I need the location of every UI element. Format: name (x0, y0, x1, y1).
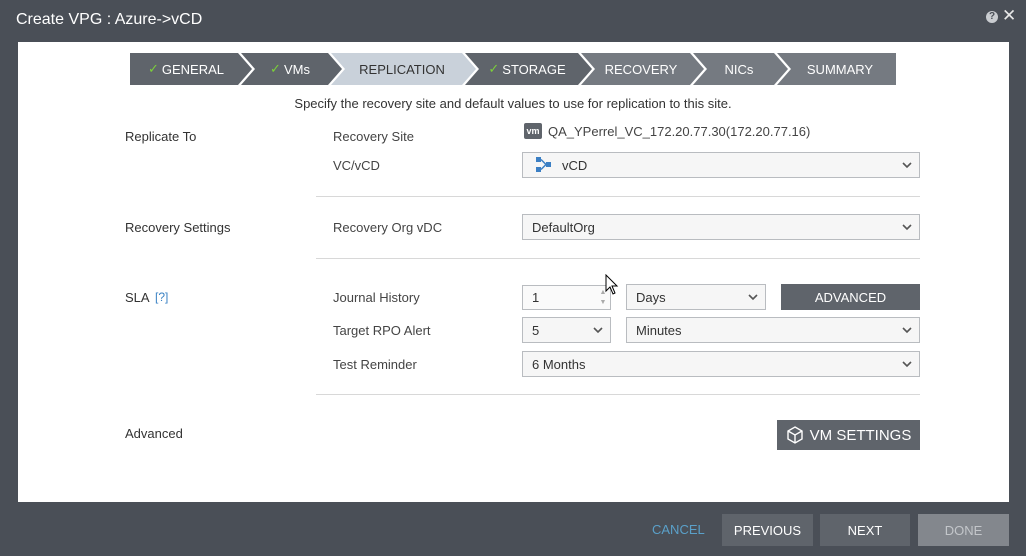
target-rpo-unit-select[interactable]: Minutes (626, 317, 920, 343)
check-icon: ✓ (270, 61, 281, 76)
step-summary[interactable]: SUMMARY (784, 53, 896, 85)
recovery-org-vdc-select[interactable]: DefaultOrg (522, 214, 920, 240)
vc-vcd-value: vCD (562, 157, 588, 173)
step-vms[interactable]: ✓ VMs (248, 53, 332, 85)
help-icon[interactable]: ? (986, 11, 998, 23)
step-nics[interactable]: NICs (700, 53, 778, 85)
chevron-down-icon (902, 327, 912, 334)
step-nics-label: NICs (724, 61, 754, 77)
chevron-down-icon (593, 327, 603, 334)
divider (316, 196, 920, 197)
target-rpo-label: Target RPO Alert (333, 323, 431, 338)
previous-button[interactable]: PREVIOUS (722, 514, 813, 546)
step-storage[interactable]: ✓ STORAGE (472, 53, 582, 85)
mouse-cursor-icon (605, 274, 619, 295)
vcd-icon (536, 157, 551, 172)
advanced-button[interactable]: ADVANCED (781, 284, 920, 310)
vm-settings-label: VM SETTINGS (809, 426, 912, 444)
page-subtitle: Specify the recovery site and default va… (294, 96, 732, 111)
spin-down-icon[interactable]: ▼ (598, 298, 608, 307)
next-button[interactable]: NEXT (820, 514, 910, 546)
chevron-down-icon (748, 294, 758, 301)
vm-icon: vm (524, 123, 542, 139)
step-recovery-label: RECOVERY (604, 61, 678, 77)
target-rpo-value: 5 (532, 322, 540, 338)
wizard-steps: ✓ GENERAL ✓ VMs REPLICATION ✓ STORAGE RE… (130, 53, 896, 85)
step-storage-label: STORAGE (502, 61, 566, 77)
step-recovery[interactable]: RECOVERY (588, 53, 694, 85)
recovery-org-vdc-label: Recovery Org vDC (333, 220, 443, 235)
chevron-down-icon (902, 224, 912, 231)
window-title: Create VPG : Azure->vCD (16, 11, 203, 28)
journal-history-unit-value: Days (636, 289, 666, 305)
test-reminder-select[interactable]: 6 Months (522, 351, 920, 377)
target-rpo-select[interactable]: 5 (522, 317, 611, 343)
recovery-site-label: Recovery Site (333, 129, 414, 144)
window-titlebar: Create VPG : Azure->vCD ? ✕ (0, 0, 1026, 42)
journal-history-value: 1 (532, 290, 540, 305)
step-replication[interactable]: REPLICATION (338, 53, 466, 85)
recovery-site-value: QA_YPerrel_VC_172.20.77.30(172.20.77.16) (548, 124, 811, 139)
cancel-button[interactable]: CANCEL (652, 522, 705, 537)
step-summary-label: SUMMARY (806, 61, 874, 77)
done-button[interactable]: DONE (918, 514, 1009, 546)
chevron-down-icon (902, 162, 912, 169)
vc-vcd-label: VC/vCD (333, 158, 380, 173)
divider (316, 258, 920, 259)
check-icon: ✓ (488, 61, 500, 76)
recovery-settings-label: Recovery Settings (125, 220, 231, 235)
journal-history-unit-select[interactable]: Days (626, 284, 766, 310)
step-general[interactable]: ✓ GENERAL (130, 53, 242, 85)
close-icon[interactable]: ✕ (1002, 7, 1016, 25)
vc-vcd-select[interactable]: vCD (522, 152, 920, 178)
vm-settings-button[interactable]: VM SETTINGS (777, 420, 920, 450)
step-replication-label: REPLICATION (359, 61, 445, 77)
recovery-org-vdc-value: DefaultOrg (532, 219, 595, 235)
journal-history-label: Journal History (333, 290, 420, 305)
target-rpo-unit-value: Minutes (636, 322, 682, 338)
step-general-label: GENERAL (161, 61, 225, 77)
test-reminder-label: Test Reminder (333, 357, 417, 372)
divider (316, 394, 920, 395)
check-icon: ✓ (147, 61, 159, 76)
journal-history-stepper[interactable]: 1 ▲ ▼ (522, 285, 611, 310)
advanced-label: Advanced (125, 426, 183, 441)
test-reminder-value: 6 Months (532, 356, 586, 372)
replicate-to-label: Replicate To (125, 129, 197, 144)
sla-label: SLA (125, 290, 150, 305)
cube-icon (786, 426, 803, 444)
step-vms-label: VMs (283, 61, 310, 77)
sla-help-link[interactable]: [?] (155, 290, 168, 304)
chevron-down-icon (902, 361, 912, 368)
